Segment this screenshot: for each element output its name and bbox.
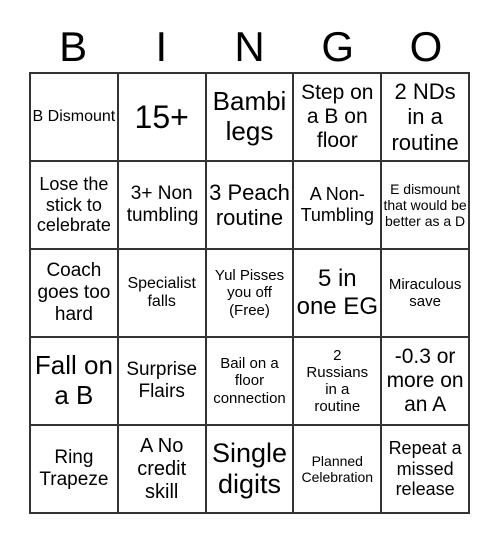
bingo-cell[interactable]: 3+ Non tumbling [117,161,206,249]
cell-text: 2 Russians in a routine [306,346,369,416]
cell-text: Coach goes too hard [37,260,111,325]
cell-text: 3+ Non tumbling [126,183,199,226]
bingo-cell[interactable]: 5 in one EG [293,249,382,337]
cell-text: Bail on a floor connection [213,355,286,407]
header-letter-b: B [59,23,88,70]
bingo-cell[interactable]: Ring Trapeze [30,425,118,513]
header-letter-g: G [321,23,355,70]
header-letter-o: O [409,23,443,70]
cell-text: 3 Peach routine [209,179,290,230]
bingo-cell[interactable]: A No credit skill [117,425,206,513]
bingo-cell[interactable]: Step on a B on floor [293,73,382,161]
cell-text: Lose the stick to celebrate [36,173,111,236]
bingo-cell[interactable]: 15+ [117,73,206,161]
header-letter-i: I [155,23,168,70]
header-letter-n: N [234,23,265,70]
cell-text: E dismount that would be better as a D [383,180,467,230]
cell-text: Miraculous save [388,275,462,310]
cell-text: A Non-Tumbling [300,184,374,225]
bingo-cell[interactable]: Bambi legs [205,73,294,161]
bingo-cell[interactable]: Yul Pisses you off (Free) [205,249,294,337]
cell-text: Planned Celebration [301,452,374,485]
bingo-cell[interactable]: Single digits [205,425,294,513]
bingo-cell[interactable]: Miraculous save [381,249,469,337]
bingo-header: B I N G O [29,22,470,72]
bingo-cell[interactable]: Surprise Flairs [117,337,206,425]
bingo-cell[interactable]: Fall on a B [30,337,118,425]
cell-text: 15+ [134,98,189,135]
cell-text: Surprise Flairs [126,359,198,402]
bingo-cell[interactable]: Lose the stick to celebrate [30,161,118,249]
cell-text: Bambi legs [212,86,287,146]
bingo-cell[interactable]: Planned Celebration [293,425,382,513]
bingo-cell[interactable]: Specialist falls [117,249,206,337]
cell-text: Specialist falls [127,274,196,310]
cell-text: -0.3 or more on an A [386,344,464,417]
bingo-cell[interactable]: Repeat a missed release [381,425,469,513]
bingo-grid: B Dismount 15+ Bambi legs Step on a B on fl… [29,72,470,514]
cell-text: 2 NDs in a routine [391,79,459,155]
cell-text: A No credit skill [137,434,187,503]
bingo-cell[interactable]: E dismount that would be better as a D [381,161,469,249]
cell-text: Repeat a missed release [388,437,462,500]
cell-text: Fall on a B [34,350,113,410]
cell-text: 5 in one EG [296,265,378,320]
bingo-cell[interactable]: B Dismount [30,73,118,161]
bingo-cell[interactable]: A Non-Tumbling [293,161,382,249]
cell-text: Step on a B on floor [301,80,374,153]
bingo-cell[interactable]: 2 NDs in a routine [381,73,469,161]
cell-text: B Dismount [32,107,116,125]
cell-text: Yul Pisses you off (Free) [214,267,285,319]
bingo-cell[interactable]: 2 Russians in a routine [293,337,382,425]
bingo-cell[interactable]: Coach goes too hard [30,249,118,337]
bingo-cell[interactable]: -0.3 or more on an A [381,337,469,425]
cell-text: Single digits [211,437,288,499]
bingo-cell[interactable]: Bail on a floor connection [205,337,294,425]
cell-text: Ring Trapeze [39,447,109,490]
bingo-cell[interactable]: 3 Peach routine [205,161,294,249]
